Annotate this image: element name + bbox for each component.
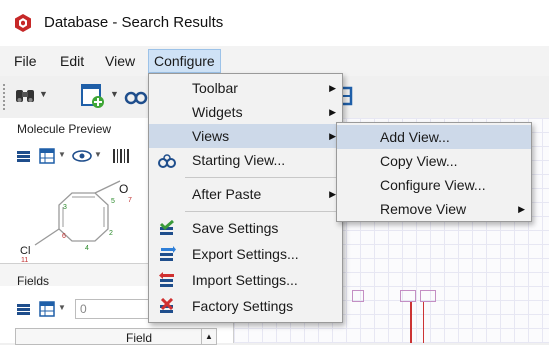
barcode-icon[interactable] xyxy=(112,148,130,164)
menu-item-starting-view[interactable]: Starting View... xyxy=(149,148,342,172)
chevron-down-icon[interactable]: ▼ xyxy=(94,150,102,159)
menu-item-factory-settings[interactable]: Factory Settings xyxy=(149,294,342,318)
menu-icon[interactable] xyxy=(17,151,30,162)
menu-item-label: Toolbar xyxy=(192,80,238,96)
chevron-down-icon[interactable]: ▼ xyxy=(58,150,66,159)
menu-separator xyxy=(185,211,340,212)
atom-number: 3 xyxy=(63,204,67,211)
menu-bar: File Edit View Configure xyxy=(0,46,549,76)
chevron-right-icon: ▶ xyxy=(329,107,336,117)
chlorine-label: Cl xyxy=(20,245,31,257)
atom-number: 2 xyxy=(109,230,113,237)
import-settings-icon xyxy=(159,272,174,287)
atom-number: 7 xyxy=(128,197,132,204)
menu-item-label: Copy View... xyxy=(380,153,458,169)
chevron-down-icon[interactable]: ▼ xyxy=(58,303,66,312)
view-glasses-icon[interactable] xyxy=(124,84,148,108)
scroll-up-button[interactable]: ▲ xyxy=(201,329,216,344)
menu-item-import-settings[interactable]: Import Settings... xyxy=(149,268,342,292)
menu-item-label: After Paste xyxy=(192,186,262,202)
fields-title: Fields xyxy=(17,274,50,288)
menu-item-add-view[interactable]: Add View... xyxy=(337,125,531,149)
menu-item-views[interactable]: Views ▶ xyxy=(149,124,342,148)
atom-number: 5 xyxy=(111,198,115,205)
fields-spin-value: 0 xyxy=(80,302,87,316)
eye-icon[interactable] xyxy=(72,150,92,162)
menu-item-label: Add View... xyxy=(380,129,450,145)
binoculars-icon[interactable] xyxy=(13,84,37,108)
menu-item-label: Starting View... xyxy=(192,152,286,168)
menu-view[interactable]: View xyxy=(100,50,140,72)
atom-number: 4 xyxy=(85,245,89,252)
menu-item-toolbar[interactable]: Toolbar ▶ xyxy=(149,76,342,100)
menu-item-label: Configure View... xyxy=(380,177,486,193)
menu-configure[interactable]: Configure xyxy=(148,49,221,73)
menu-separator xyxy=(185,177,340,178)
molecule-preview-title: Molecule Preview xyxy=(17,122,112,136)
menu-edit[interactable]: Edit xyxy=(55,50,89,72)
form-box[interactable] xyxy=(352,290,364,302)
chevron-down-icon[interactable]: ▼ xyxy=(39,89,48,99)
export-settings-icon xyxy=(160,246,176,261)
menu-item-configure-view[interactable]: Configure View... xyxy=(337,173,531,197)
menu-item-after-paste[interactable]: After Paste ▶ xyxy=(149,182,342,206)
add-form-icon[interactable] xyxy=(80,83,106,109)
form-box[interactable] xyxy=(420,290,436,302)
form-line xyxy=(410,302,412,343)
menu-item-label: Views xyxy=(192,128,230,144)
form-line xyxy=(423,302,424,343)
views-submenu: Add View... Copy View... Configure View.… xyxy=(336,122,532,222)
title-bar: Database - Search Results xyxy=(0,0,549,46)
menu-icon[interactable] xyxy=(17,304,30,315)
form-box[interactable] xyxy=(400,290,416,302)
chevron-right-icon: ▶ xyxy=(518,204,525,214)
menu-item-remove-view[interactable]: Remove View ▶ xyxy=(337,197,531,221)
chevron-right-icon: ▶ xyxy=(329,131,336,141)
factory-settings-icon xyxy=(160,298,174,313)
menu-item-save-settings[interactable]: Save Settings xyxy=(149,216,342,240)
menu-item-label: Remove View xyxy=(380,201,467,217)
menu-file[interactable]: File xyxy=(9,50,42,72)
chevron-right-icon: ▶ xyxy=(329,189,336,199)
grid-icon[interactable] xyxy=(39,301,55,317)
oxygen-label: O xyxy=(119,182,129,196)
chevron-right-icon: ▶ xyxy=(329,83,336,93)
menu-item-label: Save Settings xyxy=(192,220,279,236)
menu-item-copy-view[interactable]: Copy View... xyxy=(337,149,531,173)
menu-item-widgets[interactable]: Widgets ▶ xyxy=(149,100,342,124)
app-logo-icon xyxy=(15,14,31,32)
menu-item-export-settings[interactable]: Export Settings... xyxy=(149,242,342,266)
grid-icon[interactable] xyxy=(39,148,55,164)
toolbar-grip[interactable] xyxy=(3,84,8,110)
view-glasses-icon xyxy=(158,154,176,168)
menu-item-label: Export Settings... xyxy=(192,246,299,262)
atom-number: 6 xyxy=(62,233,66,240)
save-settings-icon xyxy=(159,220,174,235)
chevron-down-icon[interactable]: ▼ xyxy=(110,89,119,99)
window-title: Database - Search Results xyxy=(44,14,224,31)
menu-item-label: Factory Settings xyxy=(192,298,294,314)
menu-item-label: Widgets xyxy=(192,104,243,120)
fields-spinbox[interactable]: 0 xyxy=(75,299,152,319)
fields-table-header: Field ▲ xyxy=(15,328,217,345)
configure-menu: Toolbar ▶ Widgets ▶ Views ▶ Starting Vie… xyxy=(148,73,343,323)
molecule-structure xyxy=(34,180,121,246)
menu-item-label: Import Settings... xyxy=(192,272,298,288)
